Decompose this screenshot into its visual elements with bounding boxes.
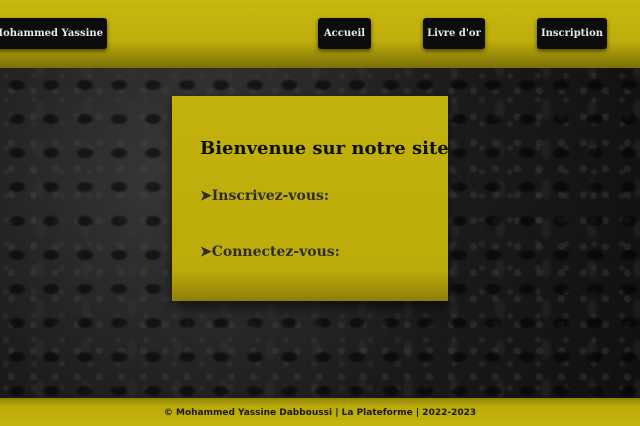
welcome-card: Bienvenue sur notre site ➤Inscrivez-vous… — [172, 96, 449, 301]
arrow-right-icon: ➤ — [200, 244, 212, 260]
brand-button[interactable]: Mohammed Yassine Dabboussi — [0, 18, 107, 49]
arrow-right-icon: ➤ — [200, 188, 212, 204]
footer-text: © Mohammed Yassine Dabboussi | La Platef… — [163, 408, 477, 418]
page-title: Bienvenue sur notre site — [200, 138, 449, 159]
site-header: Mohammed Yassine Dabboussi Accueil Livre… — [0, 0, 640, 68]
nav-guestbook-button[interactable]: Livre d'or — [423, 18, 485, 49]
brand-label: Mohammed Yassine Dabboussi — [0, 28, 107, 39]
site-footer: © Mohammed Yassine Dabboussi | La Platef… — [0, 398, 640, 426]
nav-signup-button[interactable]: Inscription — [537, 18, 607, 49]
nav-home-label: Accueil — [323, 28, 366, 39]
nav-guestbook-label: Livre d'or — [427, 28, 481, 39]
nav-signup-label: Inscription — [540, 28, 604, 39]
login-link-label: Connectez-vous: — [211, 244, 340, 260]
signup-link[interactable]: ➤Inscrivez-vous: — [200, 188, 329, 204]
signup-link-label: Inscrivez-vous: — [211, 188, 330, 204]
login-link[interactable]: ➤Connectez-vous: — [200, 244, 340, 260]
nav-home-button[interactable]: Accueil — [318, 18, 371, 49]
